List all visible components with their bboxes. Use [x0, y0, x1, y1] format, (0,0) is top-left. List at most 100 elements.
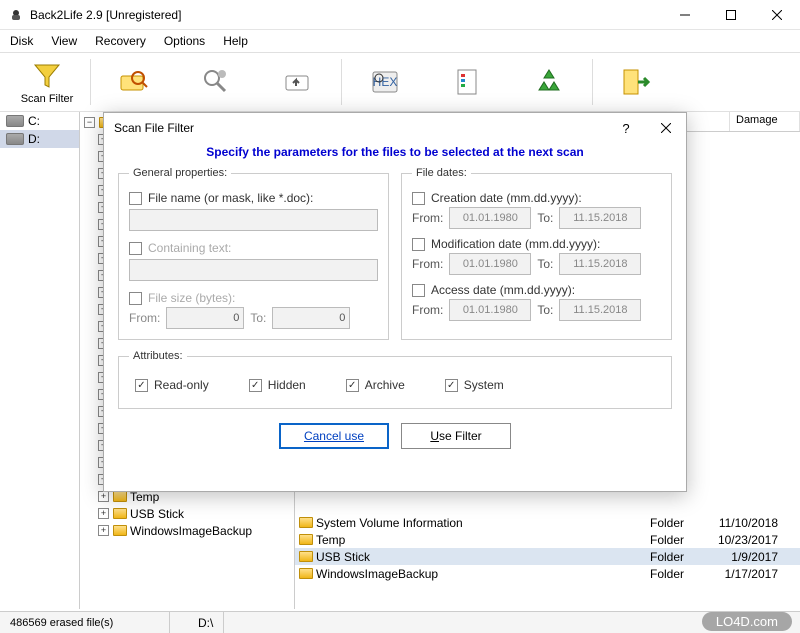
- file-dates-group: File dates: Creation date (mm.dd.yyyy): …: [401, 167, 672, 340]
- folder-icon: [299, 534, 313, 545]
- close-icon: [661, 123, 671, 133]
- collapse-icon[interactable]: −: [84, 117, 95, 128]
- readonly-checkbox[interactable]: ✓Read-only: [135, 378, 209, 392]
- general-properties-group: General properties: File name (or mask, …: [118, 167, 389, 340]
- folder-icon: [113, 491, 127, 502]
- dialog-close-button[interactable]: [646, 114, 686, 142]
- access-from-input[interactable]: [449, 299, 531, 321]
- checkbox-icon[interactable]: [129, 192, 142, 205]
- cancel-use-button[interactable]: Cancel use: [279, 423, 389, 449]
- scan-filter-button[interactable]: Scan Filter: [6, 54, 88, 110]
- folder-icon: [113, 525, 127, 536]
- folder-up-button[interactable]: [257, 54, 339, 110]
- list-row[interactable]: TempFolder10/23/2017: [295, 531, 800, 548]
- folder-icon: [113, 508, 127, 519]
- checkbox-icon[interactable]: [129, 292, 142, 305]
- maximize-button[interactable]: [708, 0, 754, 30]
- checkbox-icon[interactable]: [412, 192, 425, 205]
- use-filter-button[interactable]: Use Filter: [401, 423, 511, 449]
- folder-icon: [299, 568, 313, 579]
- menu-recovery[interactable]: Recovery: [95, 34, 146, 48]
- menubar: Disk View Recovery Options Help: [0, 30, 800, 52]
- dialog-title: Scan File Filter: [114, 121, 606, 135]
- creation-date-checkbox-row[interactable]: Creation date (mm.dd.yyyy):: [412, 191, 661, 205]
- drive-d[interactable]: D:: [0, 130, 79, 148]
- recycle-icon: [533, 66, 565, 98]
- filesize-to-input[interactable]: [272, 307, 350, 329]
- status-erased-count: 486569 erased file(s): [0, 612, 170, 633]
- checkbox-icon[interactable]: [129, 242, 142, 255]
- archive-checkbox[interactable]: ✓Archive: [346, 378, 405, 392]
- list-row[interactable]: USB StickFolder1/9/2017: [295, 548, 800, 565]
- svg-text:HEX: HEX: [373, 75, 398, 89]
- checkbox-checked-icon[interactable]: ✓: [135, 379, 148, 392]
- containing-text-checkbox-row[interactable]: Containing text:: [129, 241, 378, 255]
- exit-icon: [620, 66, 652, 98]
- scan-filter-dialog: Scan File Filter ? Specify the parameter…: [103, 112, 687, 492]
- status-icon-cell: D:\: [170, 612, 224, 633]
- filesize-from-input[interactable]: [166, 307, 244, 329]
- recover-button[interactable]: [508, 54, 590, 110]
- minimize-button[interactable]: [662, 0, 708, 30]
- col-damage[interactable]: Damage: [730, 112, 800, 131]
- checkbox-checked-icon[interactable]: ✓: [249, 379, 262, 392]
- page-icon: [451, 66, 483, 98]
- dialog-help-button[interactable]: ?: [606, 114, 646, 142]
- status-path: D:\: [198, 616, 213, 630]
- attributes-group: Attributes: ✓Read-only ✓Hidden ✓Archive …: [118, 350, 672, 409]
- magnify-gear-icon: [200, 66, 232, 98]
- checkbox-icon[interactable]: [412, 238, 425, 251]
- list-row[interactable]: System Volume InformationFolder11/10/201…: [295, 514, 800, 531]
- scan-filter-label: Scan Filter: [21, 93, 74, 105]
- minimize-icon: [680, 10, 690, 20]
- checkbox-checked-icon[interactable]: ✓: [346, 379, 359, 392]
- close-icon: [772, 10, 782, 20]
- expand-icon[interactable]: +: [98, 525, 109, 536]
- system-checkbox[interactable]: ✓System: [445, 378, 504, 392]
- toolbar-separator: [592, 59, 593, 105]
- dialog-titlebar: Scan File Filter ?: [104, 113, 686, 143]
- containing-text-input[interactable]: [129, 259, 378, 281]
- filename-checkbox-row[interactable]: File name (or mask, like *.doc):: [129, 191, 378, 205]
- folder-icon: [299, 517, 313, 528]
- creation-from-input[interactable]: [449, 207, 531, 229]
- folder-up-icon: [282, 66, 314, 98]
- drive-icon: [6, 115, 24, 127]
- general-legend: General properties:: [129, 167, 231, 179]
- checkbox-checked-icon[interactable]: ✓: [445, 379, 458, 392]
- modification-to-input[interactable]: [559, 253, 641, 275]
- expand-icon[interactable]: +: [98, 491, 109, 502]
- menu-disk[interactable]: Disk: [10, 34, 33, 48]
- menu-help[interactable]: Help: [223, 34, 248, 48]
- access-date-checkbox-row[interactable]: Access date (mm.dd.yyyy):: [412, 283, 661, 297]
- maximize-icon: [726, 10, 736, 20]
- search-folder-button[interactable]: [93, 54, 175, 110]
- menu-options[interactable]: Options: [164, 34, 205, 48]
- access-to-input[interactable]: [559, 299, 641, 321]
- hex-icon: HEX: [369, 66, 401, 98]
- properties-button[interactable]: [426, 54, 508, 110]
- dialog-heading: Specify the parameters for the files to …: [118, 145, 672, 159]
- checkbox-icon[interactable]: [412, 284, 425, 297]
- exit-button[interactable]: [595, 54, 677, 110]
- modification-from-input[interactable]: [449, 253, 531, 275]
- tree-item[interactable]: +USB Stick: [80, 505, 294, 522]
- deep-scan-button[interactable]: [175, 54, 257, 110]
- menu-view[interactable]: View: [51, 34, 77, 48]
- hidden-checkbox[interactable]: ✓Hidden: [249, 378, 306, 392]
- filesize-checkbox-row[interactable]: File size (bytes):: [129, 291, 378, 305]
- close-button[interactable]: [754, 0, 800, 30]
- list-row[interactable]: WindowsImageBackupFolder1/17/2017: [295, 565, 800, 582]
- drive-c[interactable]: C:: [0, 112, 79, 130]
- tree-item[interactable]: +WindowsImageBackup: [80, 522, 294, 539]
- modification-date-checkbox-row[interactable]: Modification date (mm.dd.yyyy):: [412, 237, 661, 251]
- filename-input[interactable]: [129, 209, 378, 231]
- titlebar: Back2Life 2.9 [Unregistered]: [0, 0, 800, 30]
- hex-view-button[interactable]: HEX: [344, 54, 426, 110]
- folder-icon: [299, 551, 313, 562]
- drive-list: C: D:: [0, 112, 80, 609]
- expand-icon[interactable]: +: [98, 508, 109, 519]
- creation-to-input[interactable]: [559, 207, 641, 229]
- attributes-legend: Attributes:: [129, 350, 187, 362]
- toolbar-separator: [341, 59, 342, 105]
